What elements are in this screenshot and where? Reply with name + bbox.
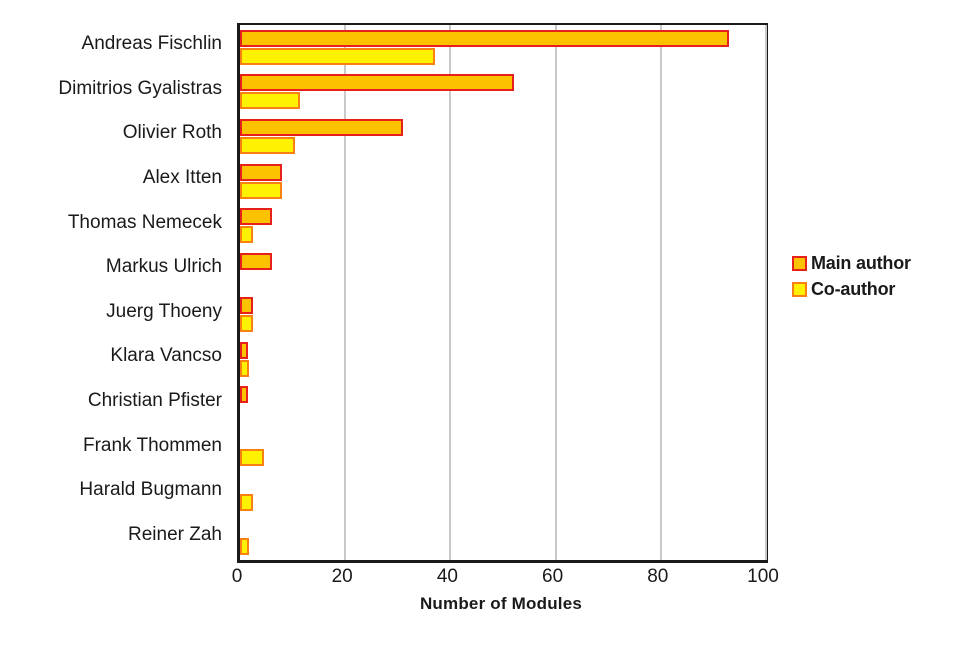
bar-main-author [240,297,254,315]
bar-co-author [240,449,264,467]
y-axis-label: Klara Vancso [110,345,222,367]
bar-co-author [240,47,435,65]
x-axis-tick: 60 [542,566,564,587]
bar-main-author [240,163,283,181]
bar-group [240,471,766,516]
bar-group [240,293,766,338]
legend-label: Main author [811,252,911,273]
y-axis-label: Juerg Thoeny [106,300,222,322]
bar-main-author [240,118,404,136]
y-axis-label: Markus Ulrich [105,256,222,278]
legend-label: Co-author [811,278,896,299]
bar-group [240,337,766,382]
bar-group [240,114,766,159]
y-axis-label: Reiner Zah [128,523,222,545]
bar-co-author [240,181,283,199]
bar-co-author [240,315,254,333]
chart-legend: Main author Co-author [792,250,966,302]
y-axis-label: Olivier Roth [122,122,222,144]
bar-co-author [240,136,296,154]
bar-group [240,203,766,248]
legend-item[interactable]: Co-author [792,276,966,302]
bar-co-author [240,359,250,377]
legend-swatch-icon [792,281,807,297]
bar-main-author [240,386,248,404]
bar-group [240,382,766,427]
bar-co-author [240,226,254,244]
bar-main-author [240,252,272,270]
bar-group [240,25,766,70]
legend-item[interactable]: Main author [792,250,966,276]
bar-group [240,70,766,115]
y-axis-label: Andreas Fischlin [81,33,222,55]
bar-group [240,159,766,204]
bar-chart: Andreas Fischlin Dimitrios Gyalistras Oliv… [0,0,966,650]
bar-main-author [240,74,514,92]
x-axis-tick: 0 [231,566,243,587]
y-axis-label: Harald Bugmann [79,479,222,501]
bar-main-author [240,208,272,226]
bar-main-author [240,341,248,359]
bar-series-container [240,25,766,560]
y-axis-label: Christian Pfister [87,389,222,411]
bar-main-author [240,29,730,47]
x-axis-tick: 40 [436,566,458,587]
plot-area [237,23,768,563]
bar-group [240,515,766,560]
x-axis-tick: 100 [747,566,779,587]
x-axis-tick: 20 [331,566,353,587]
x-axis-title: Number of Modules [419,594,583,613]
x-axis-tick-labels: 0 20 40 60 80 100 [232,566,779,592]
bar-co-author [240,493,254,511]
x-axis-tick: 80 [647,566,669,587]
y-axis-label: Thomas Nemecek [67,211,222,233]
bar-co-author [240,92,301,110]
bar-group [240,426,766,471]
y-axis-label: Dimitrios Gyalistras [58,77,222,99]
legend-swatch-icon [792,255,807,271]
y-axis-label: Alex Itten [142,167,222,189]
bar-group [240,248,766,293]
bar-co-author [240,538,250,556]
y-axis-label: Frank Thommen [82,434,222,456]
y-axis-category-labels: Andreas Fischlin Dimitrios Gyalistras Oliv… [0,23,230,558]
